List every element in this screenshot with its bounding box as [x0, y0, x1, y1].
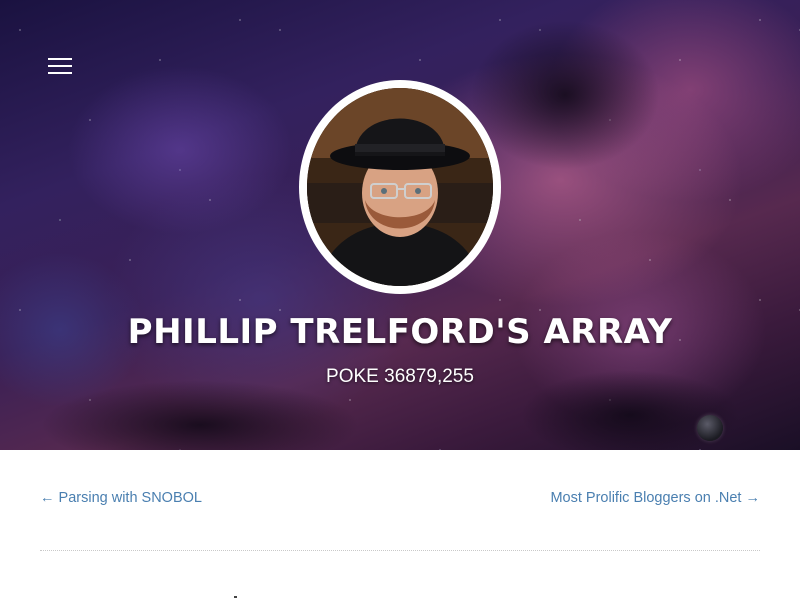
hamburger-menu-icon [48, 65, 72, 67]
avatar [307, 88, 493, 286]
next-post-link[interactable]: Most Prolific Bloggers on .Net → [550, 490, 760, 506]
nebula-dust-cloud [470, 20, 660, 170]
hamburger-menu-icon [48, 58, 72, 60]
hamburger-menu-icon [48, 72, 72, 74]
content-fragment [234, 596, 237, 598]
site-title: PHILLIP TRELFORD'S ARRAY [127, 312, 673, 352]
avatar-frame [299, 80, 501, 294]
content-divider [40, 550, 760, 551]
site-subtitle: POKE 36879,255 [326, 366, 474, 387]
post-navigation: ← Parsing with SNOBOL Most Prolific Blog… [40, 490, 760, 506]
author-portrait-image [307, 88, 493, 286]
nebula-dust-cloud [40, 380, 360, 450]
previous-post-link[interactable]: ← Parsing with SNOBOL [40, 490, 202, 506]
menu-button[interactable] [44, 52, 76, 80]
planet-graphic [697, 415, 723, 441]
hero-header: PHILLIP TRELFORD'S ARRAY POKE 36879,255 [0, 0, 800, 450]
